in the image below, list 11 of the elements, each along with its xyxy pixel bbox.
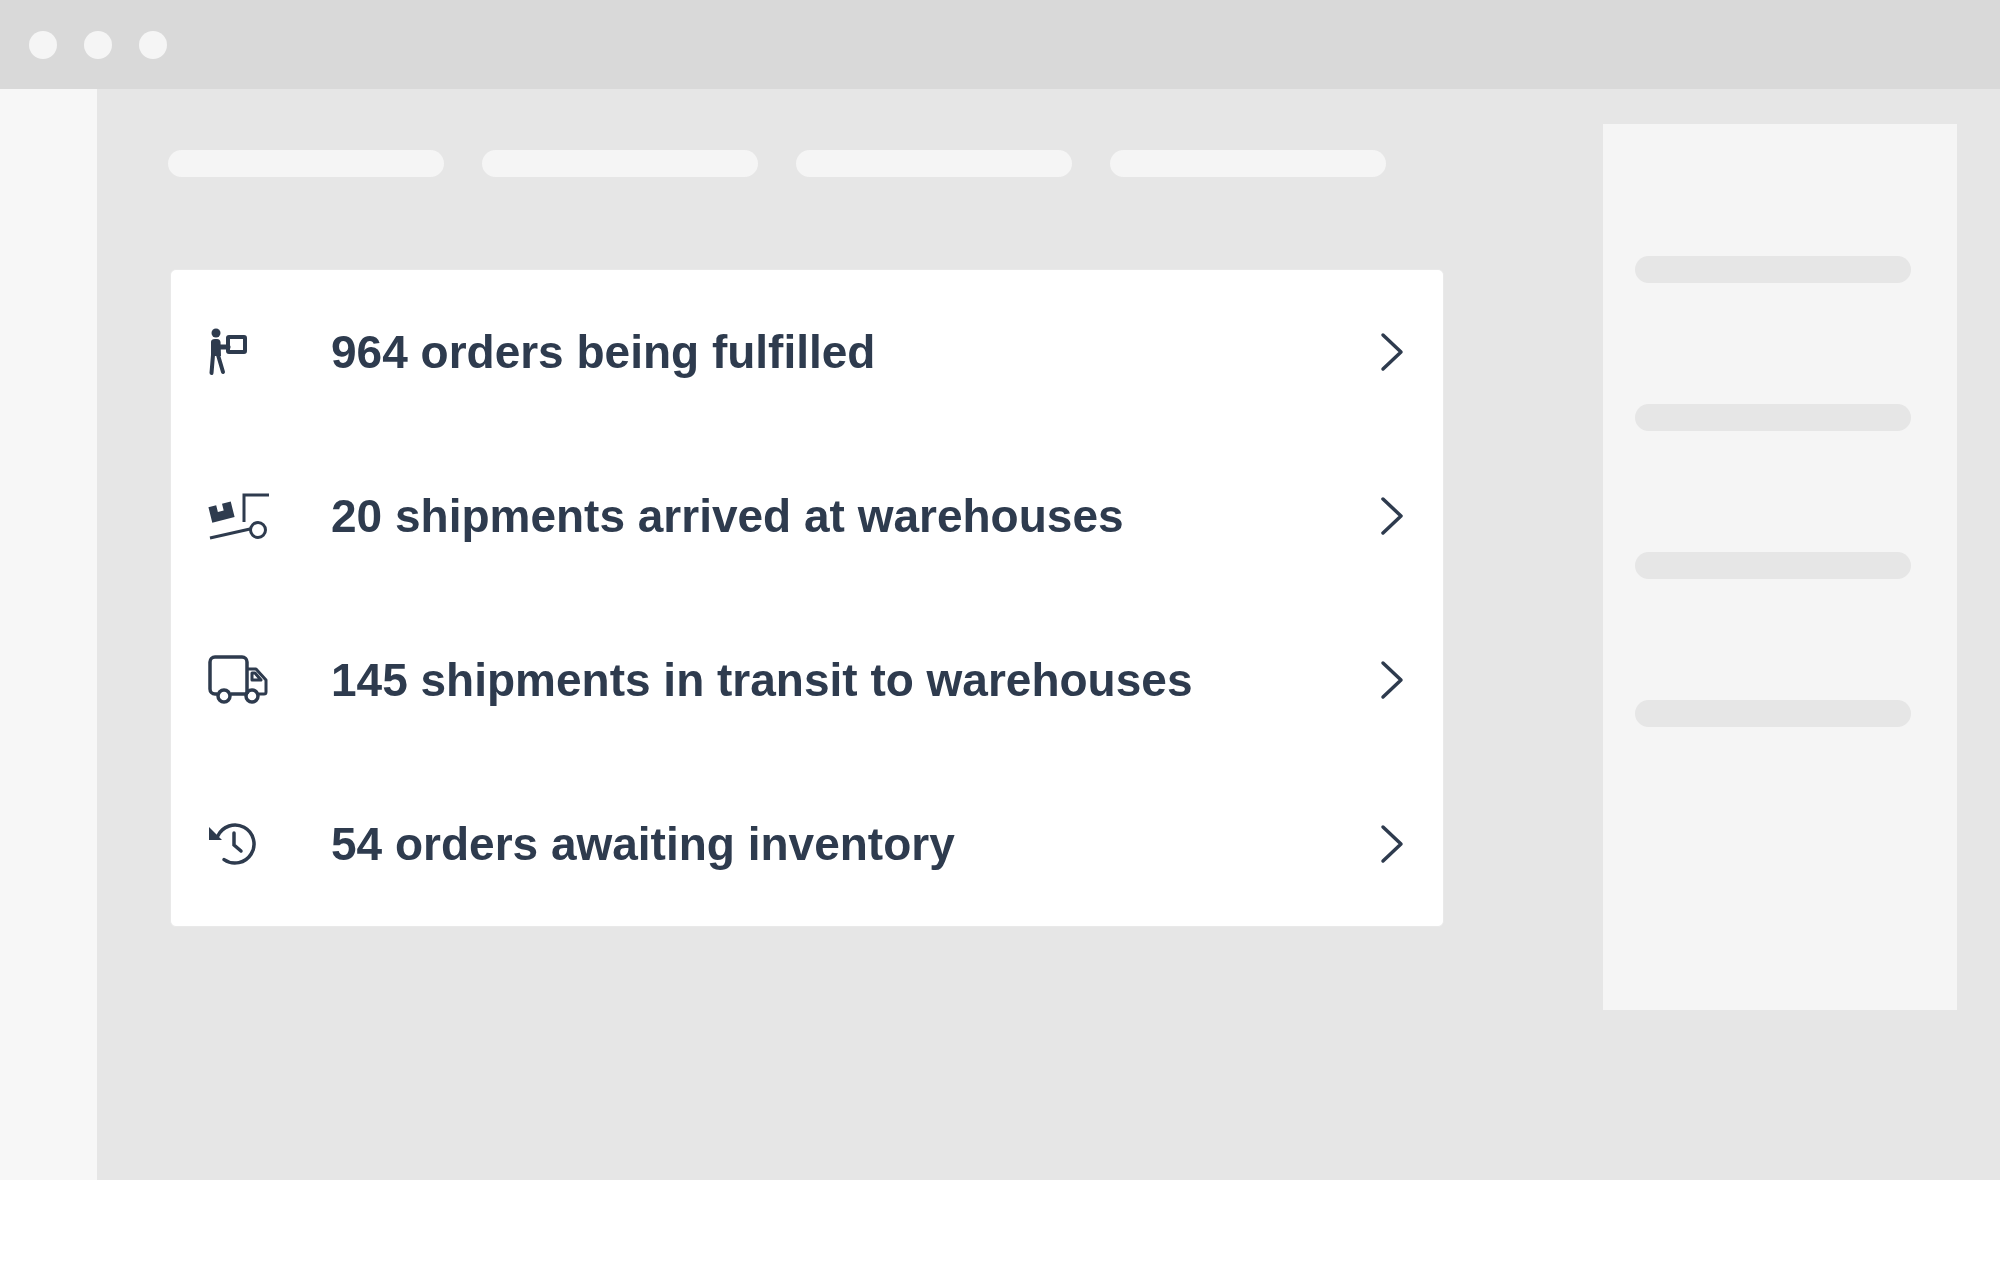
chevron-right-icon	[1380, 332, 1404, 372]
history-clock-icon	[208, 820, 256, 868]
window-control-icon[interactable]	[84, 30, 112, 59]
window-control-icon[interactable]	[139, 30, 167, 59]
chevron-right-icon	[1380, 660, 1404, 700]
truck-icon	[208, 655, 270, 705]
hand-truck-box-icon	[208, 492, 270, 540]
chevron-right-icon	[1380, 496, 1404, 536]
chevron-right-icon	[1380, 824, 1404, 864]
person-carrying-box-icon	[208, 328, 248, 376]
window-control-icon[interactable]	[29, 30, 57, 59]
